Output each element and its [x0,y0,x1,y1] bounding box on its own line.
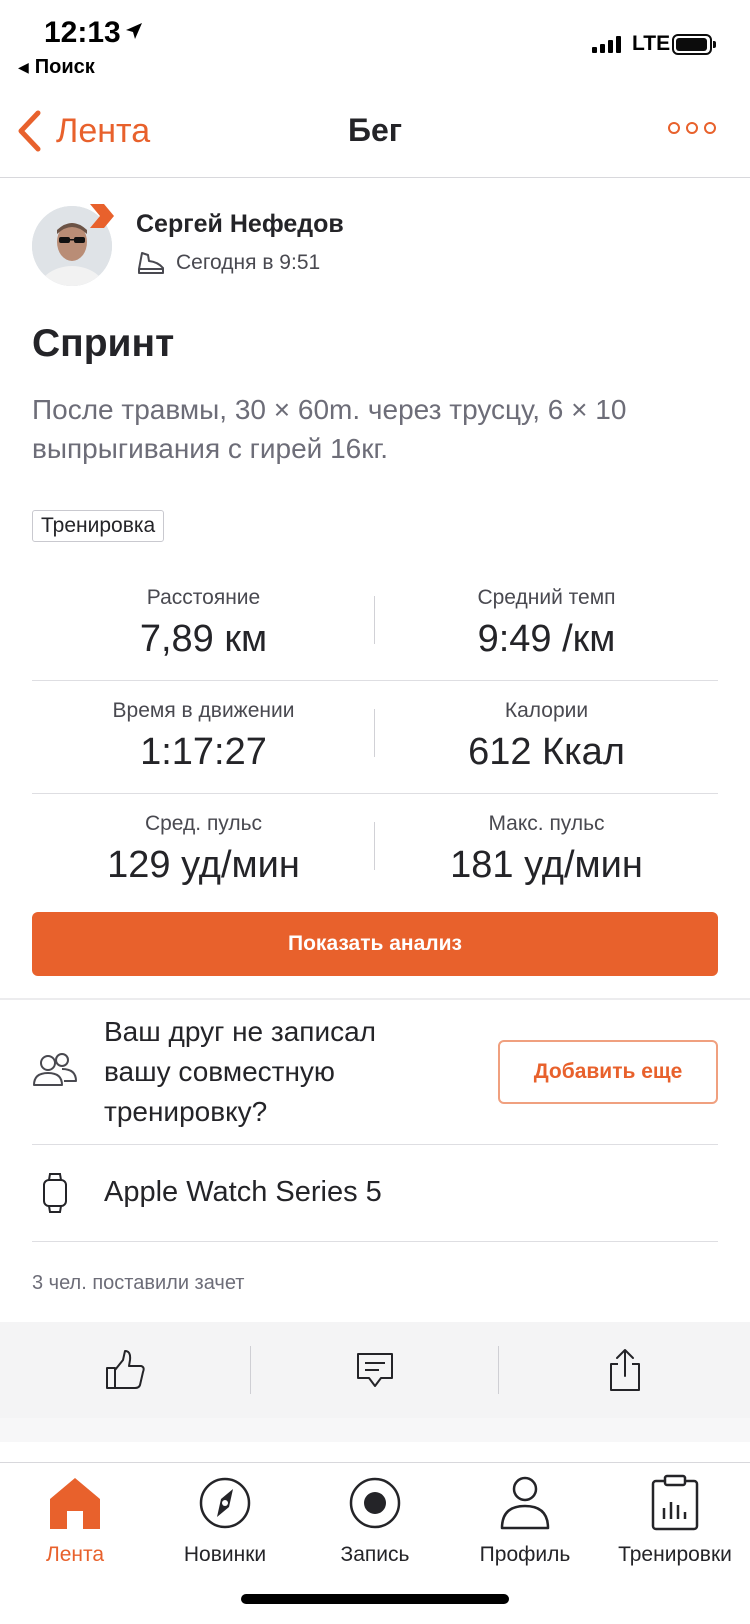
tab-label: Лента [45,1543,105,1566]
stat-value: 1:17:27 [140,731,267,773]
stat-value: 181 уд/мин [450,844,643,886]
more-icon-dot [704,122,716,134]
record-icon [349,1477,401,1529]
tab-training[interactable]: Тренировки [600,1471,750,1567]
stat-value: 612 Ккал [468,731,625,773]
activity-title: Спринт [32,322,175,365]
stats-row: Время в движении 1:17:27 Калории 612 Кка… [32,681,718,794]
stat-label: Средний темп [477,586,616,609]
stat-label: Макс. пульс [488,812,605,835]
page-title: Бег [347,112,403,148]
comment-button[interactable] [250,1322,500,1418]
feed-gap [0,1418,750,1442]
stat-avg-heart-rate: Сред. пульс 129 уд/мин [32,812,375,887]
share-button[interactable] [500,1322,750,1418]
stat-avg-pace: Средний темп 9:49 /км [375,586,718,661]
activity-timestamp: Сегодня в 9:51 [136,250,320,276]
watch-icon [43,1173,67,1213]
tab-label: Новинки [183,1543,267,1566]
activity-time-text: Сегодня в 9:51 [176,251,321,274]
navigation-bar: Лента Бег [0,86,750,178]
stat-label: Расстояние [146,586,261,609]
location-arrow-icon [126,23,142,39]
network-type: LTE [632,32,671,55]
stats-row: Сред. пульс 129 уд/мин Макс. пульс 181 у… [32,794,718,907]
stat-value: 129 уд/мин [107,844,300,886]
stat-max-heart-rate: Макс. пульс 181 уд/мин [375,812,718,887]
back-triangle-icon: ◀ [18,59,29,75]
device-row: Apple Watch Series 5 [32,1146,718,1242]
tab-record[interactable]: Запись [300,1471,450,1567]
home-icon [50,1478,100,1529]
cellular-signal-icon [592,35,621,53]
tab-label: Профиль [479,1543,571,1566]
tab-explore[interactable]: Новинки [150,1471,300,1567]
status-time: 12:13 [44,16,121,49]
activity-author: Сергей Нефедов Сегодня в 9:51 [32,204,732,290]
stat-label: Время в движении [112,699,295,722]
divider [498,1346,499,1394]
back-app-label: Поиск [34,56,95,78]
share-icon [610,1349,640,1391]
compass-icon [199,1477,251,1529]
activity-stats: Расстояние 7,89 км Средний темп 9:49 /км… [32,568,718,907]
premium-badge-icon [90,204,114,228]
tab-label: Запись [340,1543,410,1566]
add-more-button[interactable]: Добавить еще [498,1040,718,1104]
stats-row: Расстояние 7,89 км Средний темп 9:49 /км [32,568,718,681]
shoe-icon [138,252,164,274]
more-options-button[interactable] [668,122,716,134]
stat-label: Сред. пульс [144,812,263,835]
more-icon [668,122,680,134]
activity-actions [0,1322,750,1418]
thumbs-up-icon [106,1350,145,1389]
tab-feed[interactable]: Лента [0,1471,150,1567]
training-log-icon [651,1474,699,1531]
stat-moving-time: Время в движении 1:17:27 [32,699,375,774]
stat-distance: Расстояние 7,89 км [32,586,375,661]
people-icon [33,1053,77,1086]
device-name: Apple Watch Series 5 [104,1176,382,1208]
activity-description: После травмы, 30 × 60m. через трусцу, 6 … [32,394,627,464]
tab-profile[interactable]: Профиль [450,1471,600,1567]
author-name[interactable]: Сергей Нефедов [136,210,344,239]
workout-type-tag: Тренировка [32,510,165,542]
battery-icon [672,34,716,55]
stat-calories: Калории 612 Ккал [375,699,718,774]
kudos-button[interactable] [0,1322,250,1418]
show-analysis-button[interactable]: Показать анализ [32,912,718,976]
back-to-app-link[interactable]: ◀ Поиск [18,56,95,79]
home-indicator[interactable] [241,1594,509,1604]
add-friend-prompt: Ваш друг не записал вашу совместную трен… [32,1000,718,1145]
kudos-count[interactable]: 3 чел. поставили зачет [32,1272,244,1295]
comment-icon [357,1353,393,1387]
profile-icon [500,1476,550,1530]
friend-prompt-text: Ваш друг не записал вашу совместную трен… [104,1016,377,1127]
tab-label: Тренировки [618,1543,732,1566]
stat-value: 9:49 /км [477,618,616,660]
stat-value: 7,89 км [139,618,268,660]
stat-label: Калории [504,699,589,722]
more-icon-dot [686,122,698,134]
status-bar: 12:13 ◀ Поиск LTE [0,0,750,86]
